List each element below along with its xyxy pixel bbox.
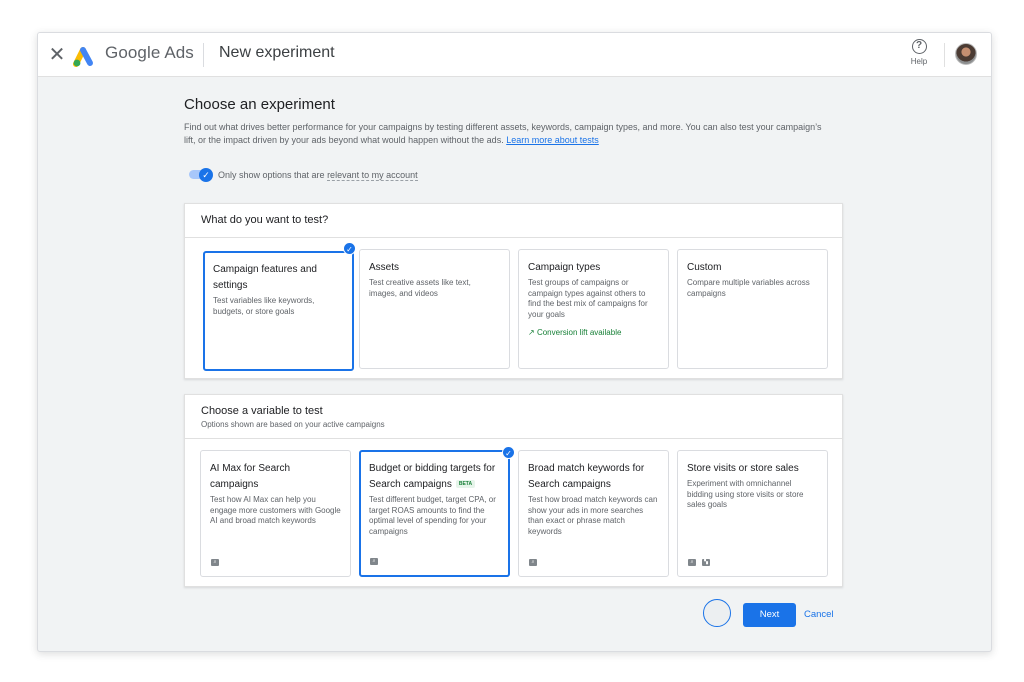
- card-description: Test variables like keywords, budgets, o…: [213, 296, 315, 316]
- card-title: Store visits or store sales: [687, 463, 799, 474]
- card-title: Broad match keywords for Search campaign…: [528, 463, 645, 490]
- help-label: Help: [910, 57, 928, 66]
- google-ads-logo: [73, 47, 93, 67]
- brand-google: Google: [105, 43, 161, 62]
- toggle-label-prefix: Only show options that are: [218, 170, 328, 180]
- next-button[interactable]: Next: [743, 603, 796, 627]
- close-icon[interactable]: ✕: [46, 44, 68, 66]
- card-broad-match[interactable]: Broad match keywords for Search campaign…: [518, 450, 669, 577]
- beta-badge: BETA: [455, 480, 476, 489]
- card-campaign-types[interactable]: Campaign types Test groups of campaigns …: [518, 249, 669, 369]
- card-title: Budget or bidding targets for Search cam…: [369, 461, 500, 493]
- search-campaign-icon: ⌕: [688, 559, 696, 566]
- toggle-label: Only show options that are relevant to m…: [218, 170, 418, 181]
- top-bar: ✕ Google Ads New experiment ? Help: [38, 33, 991, 77]
- card-description: Compare multiple variables across campai…: [687, 278, 810, 298]
- check-icon: ✓: [199, 168, 213, 182]
- experiment-window: ✕ Google Ads New experiment ? Help Choos…: [37, 32, 992, 652]
- card-ai-max[interactable]: AI Max for Search campaigns Test how AI …: [200, 450, 351, 577]
- conversion-lift-note: ↗ Conversion lift available: [528, 328, 659, 337]
- brand-ads: Ads: [164, 43, 194, 62]
- relevance-toggle[interactable]: ✓: [189, 168, 213, 182]
- card-title: Custom: [687, 262, 722, 273]
- search-campaign-icon: ⌕: [211, 559, 219, 566]
- variable-panel-title: Choose a variable to test: [201, 405, 323, 417]
- section-description: Find out what drives better performance …: [184, 121, 834, 147]
- search-campaign-icon: ⌕: [529, 559, 537, 566]
- card-description: Test how broad match keywords can show y…: [528, 495, 658, 536]
- conversion-lift-label: Conversion lift available: [536, 328, 622, 337]
- variable-panel: Choose a variable to test Options shown …: [184, 394, 843, 587]
- card-description: Test different budget, target CPA, or ta…: [369, 495, 496, 536]
- header-divider-right: [944, 43, 945, 67]
- search-campaign-icon: ⌕: [370, 558, 378, 565]
- section-heading: Choose an experiment: [184, 96, 335, 113]
- page-title: New experiment: [219, 44, 335, 61]
- brand-name: Google Ads: [105, 43, 194, 63]
- description-text: Find out what drives better performance …: [184, 122, 822, 145]
- card-title: Campaign features and settings: [213, 264, 317, 291]
- variable-panel-subtitle: Options shown are based on your active c…: [201, 420, 385, 429]
- learn-more-link[interactable]: Learn more about tests: [506, 135, 599, 145]
- test-panel-title: What do you want to test?: [185, 204, 842, 238]
- toggle-label-link: relevant to my account: [327, 170, 418, 181]
- card-description: Experiment with omnichannel bidding usin…: [687, 479, 804, 509]
- header-divider: [203, 43, 204, 67]
- card-title: AI Max for Search campaigns: [210, 463, 291, 490]
- card-budget-bidding[interactable]: Budget or bidding targets for Search cam…: [359, 450, 510, 577]
- card-assets[interactable]: Assets Test creative assets like text, i…: [359, 249, 510, 369]
- help-button[interactable]: ? Help: [904, 39, 934, 66]
- help-circle-icon: ?: [911, 39, 927, 54]
- store-icon: ▚: [702, 559, 710, 566]
- card-description: Test how AI Max can help you engage more…: [210, 495, 341, 525]
- card-description: Test creative assets like text, images, …: [369, 278, 471, 298]
- card-title: Campaign types: [528, 262, 601, 273]
- selected-check-icon: ✓: [343, 242, 356, 255]
- card-campaign-features[interactable]: Campaign features and settings Test vari…: [203, 251, 354, 371]
- card-description: Test groups of campaigns or campaign typ…: [528, 278, 648, 319]
- trending-up-icon: ↗: [528, 328, 535, 337]
- card-title: Assets: [369, 262, 400, 273]
- card-store-visits[interactable]: Store visits or store sales Experiment w…: [677, 450, 828, 577]
- selected-check-icon: ✓: [502, 446, 515, 459]
- card-custom[interactable]: Custom Compare multiple variables across…: [677, 249, 828, 369]
- card-title-text: Budget or bidding targets for Search cam…: [369, 463, 496, 490]
- cancel-button[interactable]: Cancel: [804, 603, 834, 627]
- variable-panel-header: Choose a variable to test Options shown …: [185, 395, 842, 439]
- cursor-indicator: [703, 599, 731, 627]
- test-type-panel: What do you want to test? Campaign featu…: [184, 203, 843, 379]
- avatar[interactable]: [955, 43, 977, 65]
